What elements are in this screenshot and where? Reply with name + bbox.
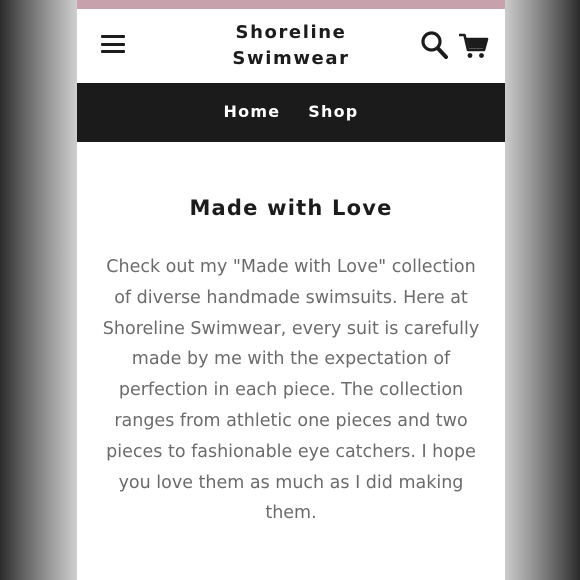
page-content: Made with Love Check out my "Made with L…: [77, 194, 505, 529]
main-navigation: Home Shop: [77, 83, 505, 142]
page-title: Made with Love: [189, 196, 393, 220]
site-header: Shoreline Swimwear: [77, 9, 505, 83]
nav-link-home[interactable]: Home: [224, 102, 281, 123]
search-icon[interactable]: [420, 30, 450, 62]
mobile-page-frame: Shoreline Swimwear Home Shop Made with L…: [77, 0, 505, 580]
nav-link-shop[interactable]: Shop: [308, 102, 358, 123]
shopping-cart-icon[interactable]: [458, 31, 489, 61]
page-description: Check out my "Made with Love" collection…: [102, 257, 480, 524]
top-accent-bar: [77, 0, 505, 9]
